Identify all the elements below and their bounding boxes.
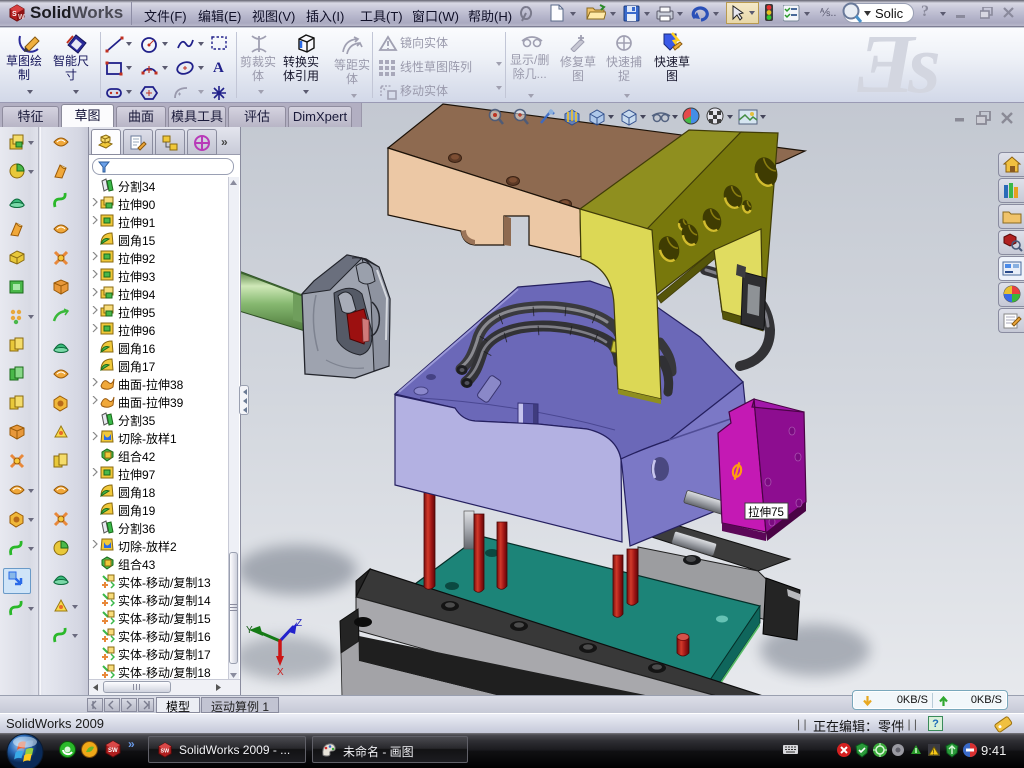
svg-text:W: W xyxy=(18,14,25,21)
svg-text:X: X xyxy=(277,667,284,678)
svg-text:S: S xyxy=(12,11,17,18)
svg-text:!: ! xyxy=(933,750,935,757)
svg-text:Y: Y xyxy=(246,625,253,636)
svg-text:A: A xyxy=(213,60,224,75)
svg-text:拉伸75: 拉伸75 xyxy=(748,505,784,519)
svg-text:SW: SW xyxy=(108,748,118,754)
svg-text:Z: Z xyxy=(296,618,302,629)
svg-text:SW: SW xyxy=(161,749,171,755)
